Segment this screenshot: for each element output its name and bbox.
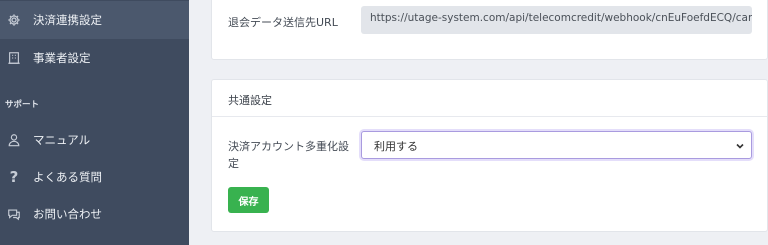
chat-icon (6, 206, 22, 222)
card-header: 共通設定 (212, 80, 767, 117)
common-settings-card: 共通設定 決済アカウント多重化設 定 利用する 保存 (211, 79, 768, 232)
question-icon: ? (9, 168, 19, 186)
gear-icon (6, 12, 22, 28)
select-value: 利用する (374, 140, 418, 153)
multi-account-select[interactable]: 利用する (361, 131, 752, 159)
save-button[interactable]: 保存 (228, 187, 269, 213)
webhook-card: 退会データ送信先URL https://utage-system.com/api… (211, 0, 768, 60)
sidebar-item-label: よくある質問 (33, 170, 102, 184)
sidebar-item-business-settings[interactable]: 事業者設定 (0, 39, 189, 77)
webhook-url-field[interactable]: https://utage-system.com/api/telecomcred… (361, 6, 752, 34)
webhook-url-label: 退会データ送信先URL (228, 16, 338, 29)
sidebar-item-contact[interactable]: お問い合わせ (0, 195, 189, 233)
sidebar-item-payment-settings[interactable]: 決済連携設定 (0, 1, 189, 39)
building-icon (6, 50, 22, 66)
multi-account-label-line2: 定 (228, 157, 239, 170)
sidebar: 決済連携設定 事業者設定 サポート マニュアル ? よくある質問 お問い合わせ (0, 0, 189, 245)
sidebar-item-faq[interactable]: ? よくある質問 (0, 158, 189, 196)
main-content: 退会データ送信先URL https://utage-system.com/api… (189, 0, 768, 245)
sidebar-item-label: 事業者設定 (33, 51, 91, 65)
sidebar-section-support: サポート (5, 100, 40, 110)
sidebar-item-label: お問い合わせ (33, 207, 102, 221)
sidebar-item-manual[interactable]: マニュアル (0, 121, 189, 159)
sidebar-item-label: マニュアル (33, 133, 91, 147)
person-icon (6, 132, 22, 148)
chevron-down-icon (735, 141, 745, 151)
card-title: 共通設定 (228, 94, 272, 107)
sidebar-item-label: 決済連携設定 (33, 13, 102, 27)
multi-account-label-line1: 決済アカウント多重化設 (228, 140, 349, 153)
